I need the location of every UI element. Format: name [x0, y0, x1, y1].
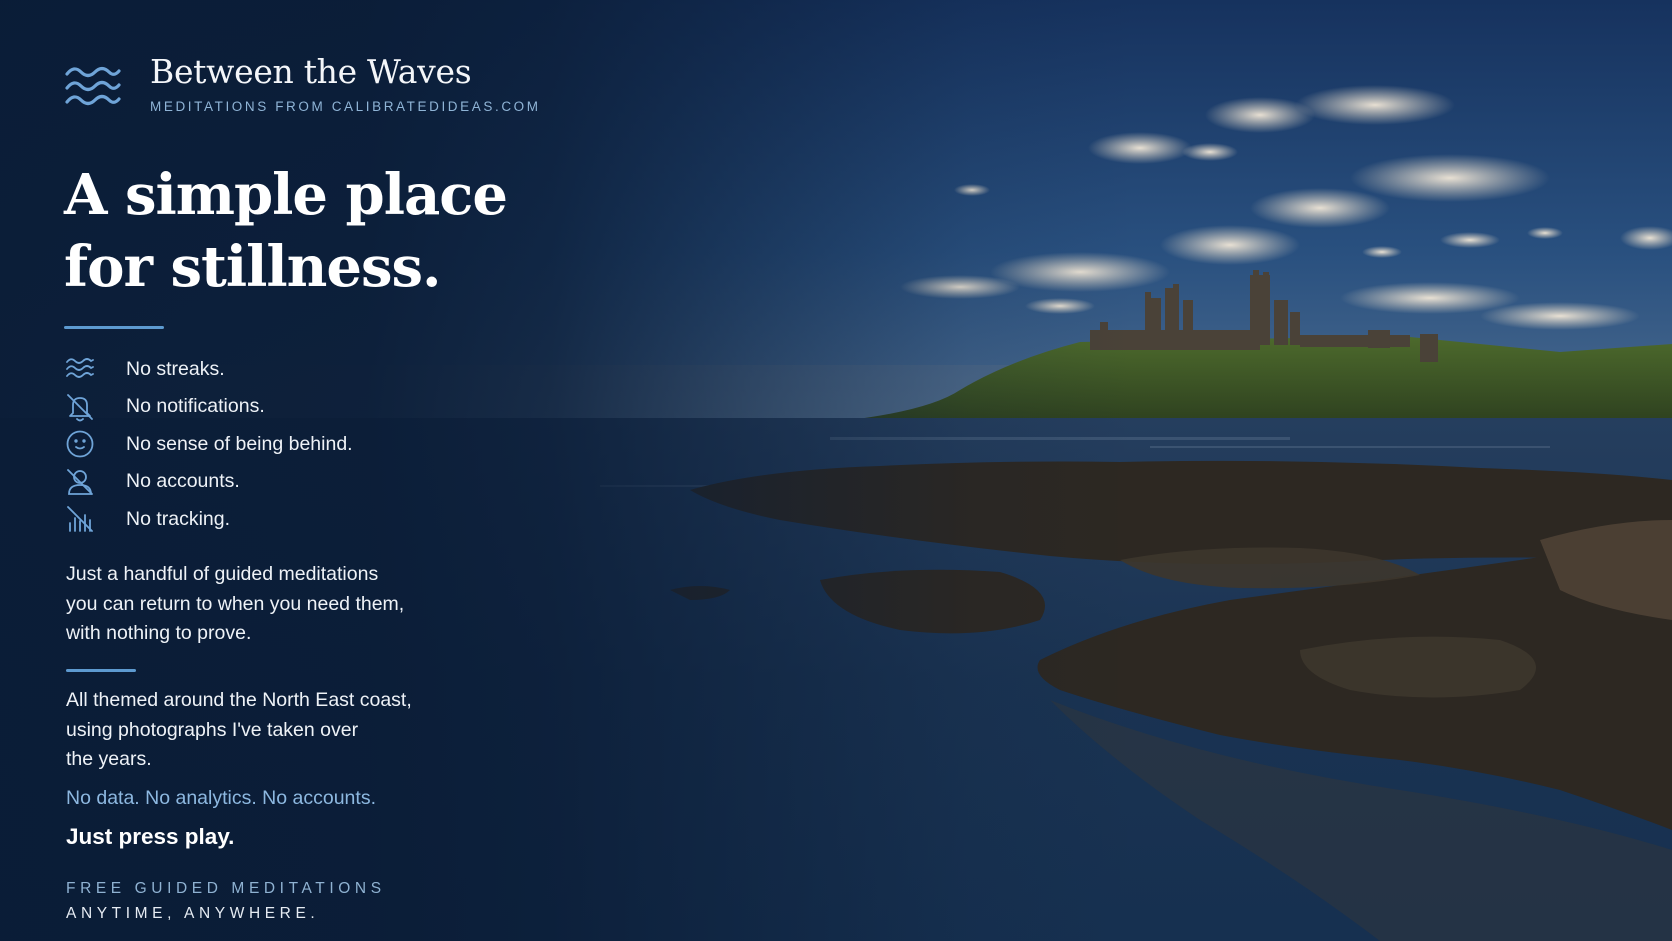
bell-off-icon: [64, 391, 96, 423]
footer-line-2: ANYTIME, ANYWHERE.: [66, 905, 320, 923]
cta-text: Just press play.: [66, 823, 235, 849]
page-title: A simple place for stillness.: [64, 160, 584, 303]
divider: [64, 325, 164, 329]
feature-label: No accounts.: [126, 470, 240, 493]
brand-subtitle: MEDITATIONS FROM CALIBRATEDIDEAS.COM: [150, 99, 541, 115]
content-panel: Between the Waves MEDITATIONS FROM CALIB…: [64, 52, 584, 927]
chart-off-icon: [64, 503, 96, 535]
list-item: No streaks.: [64, 351, 584, 389]
feature-list: No streaks. No notifications. No sense o…: [64, 351, 584, 539]
footer: FREE GUIDED MEDITATIONS ANYTIME, ANYWHER…: [66, 876, 584, 927]
list-item: No sense of being behind.: [64, 426, 584, 464]
intro-text: Just a handful of guided meditations you…: [66, 563, 405, 645]
feature-label: No notifications.: [126, 395, 265, 418]
feature-label: No tracking.: [126, 507, 231, 530]
list-item: No tracking.: [64, 501, 584, 539]
headline-line-1: A simple place: [64, 162, 508, 229]
headline-line-2: for stillness.: [64, 233, 442, 300]
waves-icon: [64, 353, 96, 385]
feature-label: No sense of being behind.: [126, 432, 353, 455]
divider: [66, 669, 136, 673]
brand: Between the Waves MEDITATIONS FROM CALIB…: [64, 52, 584, 115]
footer-line-1: FREE GUIDED MEDITATIONS: [66, 879, 386, 897]
list-item: No accounts.: [64, 463, 584, 501]
smile-icon: [64, 428, 96, 460]
waves-icon: [64, 60, 122, 112]
feature-label: No streaks.: [126, 357, 225, 380]
theme-text: All themed around the North East coast, …: [66, 689, 412, 771]
list-item: No notifications.: [64, 388, 584, 426]
brand-title: Between the Waves: [150, 52, 472, 91]
privacy-tagline: No data. No analytics. No accounts.: [66, 786, 376, 809]
user-off-icon: [64, 466, 96, 498]
